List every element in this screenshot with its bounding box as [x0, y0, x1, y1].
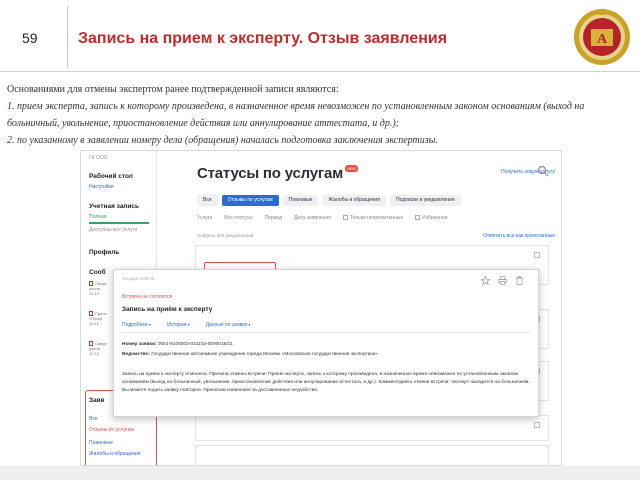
sidebar-apps-all[interactable]: Все	[89, 416, 98, 422]
sidebar-item-account[interactable]: Учетная запись	[89, 203, 139, 210]
print-icon[interactable]	[498, 276, 507, 285]
filter-favorites[interactable]: Избранное	[415, 215, 447, 221]
found-count: Найдено 359 уведомлений	[197, 233, 254, 238]
page-title: Статусы по услугам NEW	[197, 165, 358, 182]
sidebar-org: ГК ООО	[89, 155, 108, 161]
notification-actions	[481, 276, 524, 285]
filter-period[interactable]: Период	[265, 215, 283, 221]
trash-icon[interactable]	[515, 276, 524, 285]
star-icon[interactable]	[534, 252, 540, 258]
sidebar-apps-reviews[interactable]: Отзывы по услугам	[89, 427, 134, 433]
star-icon[interactable]	[481, 276, 490, 285]
tab-reviews[interactable]: Отзывы по услугам	[221, 195, 279, 206]
sidebar-item-messages[interactable]: Сооб	[89, 269, 106, 276]
filter-unread[interactable]: Только непрочитанные	[342, 215, 403, 221]
history-dropdown[interactable]: История	[167, 322, 190, 328]
tab-complaints[interactable]: Жалобы и обращения	[322, 195, 386, 206]
reason-1-line-b: больничный, увольнение, приостановление …	[7, 118, 400, 129]
slide-footer-bar	[0, 466, 640, 480]
slide-number: 59	[22, 30, 38, 46]
checkbox-icon	[415, 215, 421, 221]
filter-date[interactable]: Дата заявления	[294, 215, 331, 221]
status-tabs: Все Отзывы по услугам Плановые Жалобы и …	[197, 195, 461, 206]
filter-service[interactable]: Услуга	[197, 215, 212, 221]
svg-text:А: А	[597, 32, 608, 47]
checkbox-icon	[342, 215, 348, 221]
tab-planned[interactable]: Плановые	[282, 195, 319, 206]
reason-2: 2. по указанному в заявлении номеру дела…	[7, 135, 438, 146]
slide-body-text: Основаниями для отмены экспертом ранее п…	[7, 81, 635, 149]
filter-status[interactable]: Все статусы	[224, 215, 252, 221]
sidebar-apps-complaints[interactable]: Жалобы и обращения	[89, 451, 141, 457]
tab-all[interactable]: Все	[197, 195, 218, 206]
reason-1-line-a: 1. прием эксперта, запись к которому про…	[7, 101, 585, 112]
details-dropdown[interactable]: Подробнее	[122, 322, 151, 328]
notification-date: сегодня в 09:18	[122, 276, 155, 281]
sidebar-item-profile[interactable]: Профиль	[89, 249, 119, 256]
appointment-notification[interactable]: сегодня в 09:18 Встреча не состоится Зап…	[113, 269, 539, 417]
sidebar-item-desk[interactable]: Рабочий стол	[89, 173, 133, 180]
sidebar-account-note: Доступны все услуги	[89, 227, 138, 233]
notification-title: Запись на приём к эксперту	[122, 306, 213, 313]
sidebar-item-applications[interactable]: Заяв	[89, 397, 104, 404]
agency: Ведомство: Государственное автономное уч…	[122, 352, 378, 357]
divider	[122, 332, 530, 333]
sidebar-account-level: Полная	[89, 214, 107, 220]
notification-card[interactable]	[195, 445, 549, 465]
new-badge: NEW	[345, 165, 358, 172]
tab-subscriptions[interactable]: Подписки и уведомления	[389, 195, 461, 206]
sidebar-apps-planned[interactable]: Плановые	[89, 440, 113, 446]
slide-title: Запись на прием к эксперту. Отзыв заявле…	[78, 30, 448, 47]
cancellation-message: Запись на прием к эксперту отменена. При…	[122, 372, 531, 393]
filter-bar: Услуга Все статусы Период Дата заявления…	[197, 215, 447, 221]
request-number: Номер заявки: 0001-9100003-031103-000001…	[122, 342, 233, 347]
mark-all-read-link[interactable]: Отметить все как прочитанные	[483, 233, 555, 239]
header-rule	[0, 71, 640, 72]
notification-tabs: Подробнее История Данные по заявке	[122, 322, 251, 328]
status-label: Встреча не состоится	[122, 294, 173, 300]
emblem-logo: А	[574, 8, 630, 65]
request-data-dropdown[interactable]: Данные по заявке	[206, 322, 251, 328]
account-progress-bar	[89, 222, 149, 224]
header-divider	[67, 6, 68, 68]
star-icon[interactable]	[534, 422, 540, 428]
reasons-intro: Основаниями для отмены экспертом ранее п…	[7, 84, 339, 95]
sidebar-desk-settings[interactable]: Настройки	[89, 184, 114, 190]
portal-screenshot: ГК ООО Рабочий стол Настройки Учетная за…	[80, 150, 562, 466]
notification-card[interactable]	[195, 415, 549, 441]
search-icon[interactable]	[537, 165, 549, 177]
